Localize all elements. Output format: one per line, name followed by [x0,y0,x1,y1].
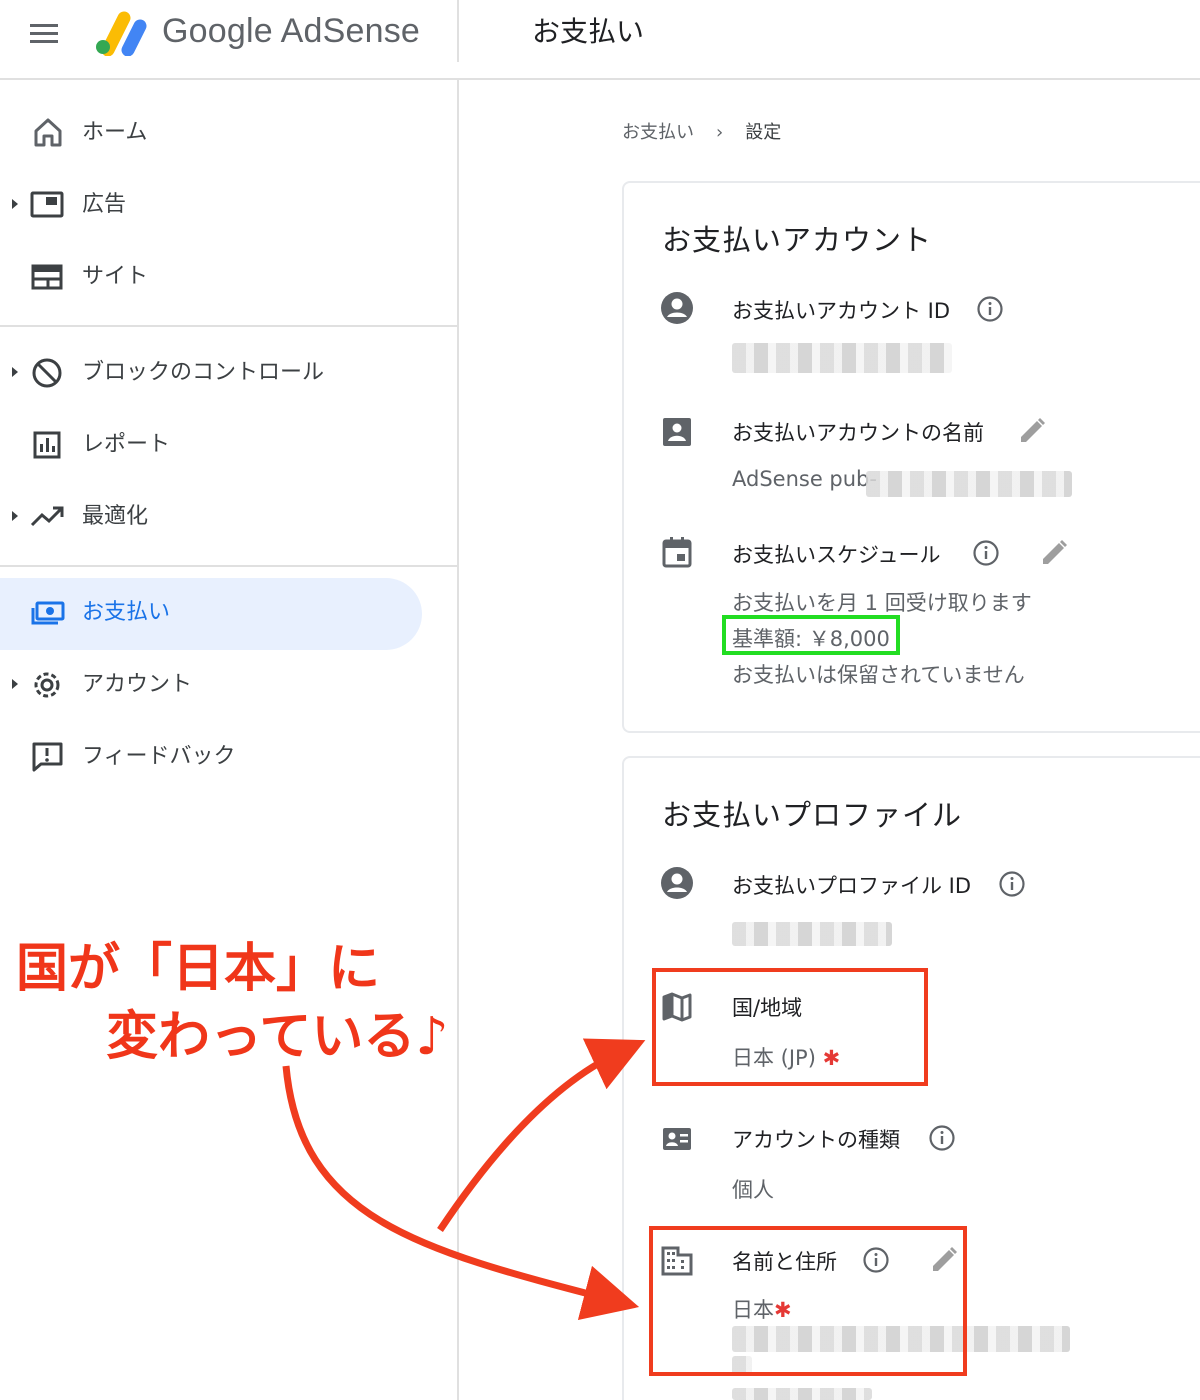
redacted-account-name [866,471,1072,497]
ads-icon [30,191,64,218]
sidebar-item-account[interactable]: アカウント [0,654,459,714]
country-highlight-box [652,968,928,1086]
hamburger-menu-icon[interactable] [30,18,66,48]
page-title: お支払い [532,15,645,48]
sidebar-item-optimization[interactable]: 最適化 [0,486,459,546]
sidebar-item-label: フィードバック [82,744,236,769]
sidebar-item-label: 最適化 [82,504,149,529]
sidebar-item-home[interactable]: ホーム [0,102,459,162]
expand-arrow-icon[interactable] [12,199,18,209]
redacted-profile-id [732,922,892,946]
account-circle-icon [661,292,693,324]
sidebar-item-label: ホーム [82,120,148,145]
home-icon [34,118,62,147]
gear-icon [34,672,60,698]
schedule-frequency: お支払いを月 1 回受け取ります [732,591,1032,615]
account-name-label: お支払いアカウントの名前 [732,421,984,445]
profile-id-label: お支払いプロファイル ID [732,874,972,898]
sidebar-item-label: お支払い [82,600,171,625]
sidebar-item-label: 広告 [82,192,127,217]
feedback-icon [32,742,63,772]
chevron-right-icon: › [716,122,724,143]
sidebar-divider [0,565,457,567]
redacted-account-id [732,343,952,373]
info-icon[interactable] [998,870,1026,898]
sidebar-item-feedback[interactable]: フィードバック [0,726,459,786]
account-id-label: お支払いアカウント ID [732,299,951,323]
sidebar-item-label: サイト [82,264,149,289]
sidebar-item-reports[interactable]: レポート [0,414,459,474]
annotation-line-2: 変わっている♪ [106,1007,449,1067]
account-type-label: アカウントの種類 [732,1128,900,1152]
sidebar: ホーム 広告 サイト ブロックのコントロール レポート 最適化 お支払い アカウ… [0,80,459,1400]
sidebar-item-ads[interactable]: 広告 [0,174,459,234]
header-divider [457,0,459,62]
info-icon[interactable] [976,295,1004,323]
info-icon[interactable] [972,539,1000,567]
schedule-label: お支払いスケジュール [732,543,941,567]
edit-pencil-icon[interactable] [1016,415,1048,447]
edit-pencil-icon[interactable] [1038,537,1070,569]
redacted-address-line [732,1388,872,1400]
card-title: お支払いアカウント [662,223,933,257]
payments-icon [31,601,65,625]
top-app-bar: Google AdSense お支払い [0,0,1200,80]
info-icon[interactable] [928,1124,956,1152]
trending-up-icon [30,506,64,527]
arrow-to-country [437,1038,646,1232]
sidebar-item-sites[interactable]: サイト [0,246,459,306]
id-card-icon [663,1128,691,1150]
payments-account-card: お支払いアカウント お支払いアカウント ID お支払いアカウントの名前 AdSe… [622,181,1200,733]
adsense-logo-icon[interactable] [94,6,150,56]
brand-name[interactable]: Google AdSense [162,12,420,51]
breadcrumb-parent[interactable]: お支払い [622,122,694,143]
breadcrumb: お支払い › 設定 [622,118,781,144]
account-box-icon [663,418,691,446]
account-name-value: AdSense pub- [732,467,877,491]
sites-icon [31,264,63,290]
threshold-highlight-box [722,615,900,655]
account-circle-icon [661,867,693,899]
expand-arrow-icon[interactable] [12,511,18,521]
report-icon [33,431,61,459]
calendar-icon [662,537,692,568]
expand-arrow-icon[interactable] [12,679,18,689]
sidebar-item-payments[interactable]: お支払い [0,578,459,650]
sidebar-divider [0,325,457,327]
account-type-value: 個人 [732,1178,774,1202]
sidebar-item-label: ブロックのコントロール [82,360,325,385]
sidebar-item-label: アカウント [82,672,193,697]
annotation-line-1: 国が「日本」に [16,939,381,999]
expand-arrow-icon[interactable] [12,367,18,377]
block-icon [32,358,62,388]
breadcrumb-current: 設定 [745,122,782,143]
schedule-hold-status: お支払いは保留されていません [732,663,1025,687]
address-highlight-box [649,1226,967,1376]
card-title: お支払いプロファイル [662,798,963,832]
sidebar-item-label: レポート [82,432,171,457]
sidebar-item-block-controls[interactable]: ブロックのコントロール [0,342,459,402]
